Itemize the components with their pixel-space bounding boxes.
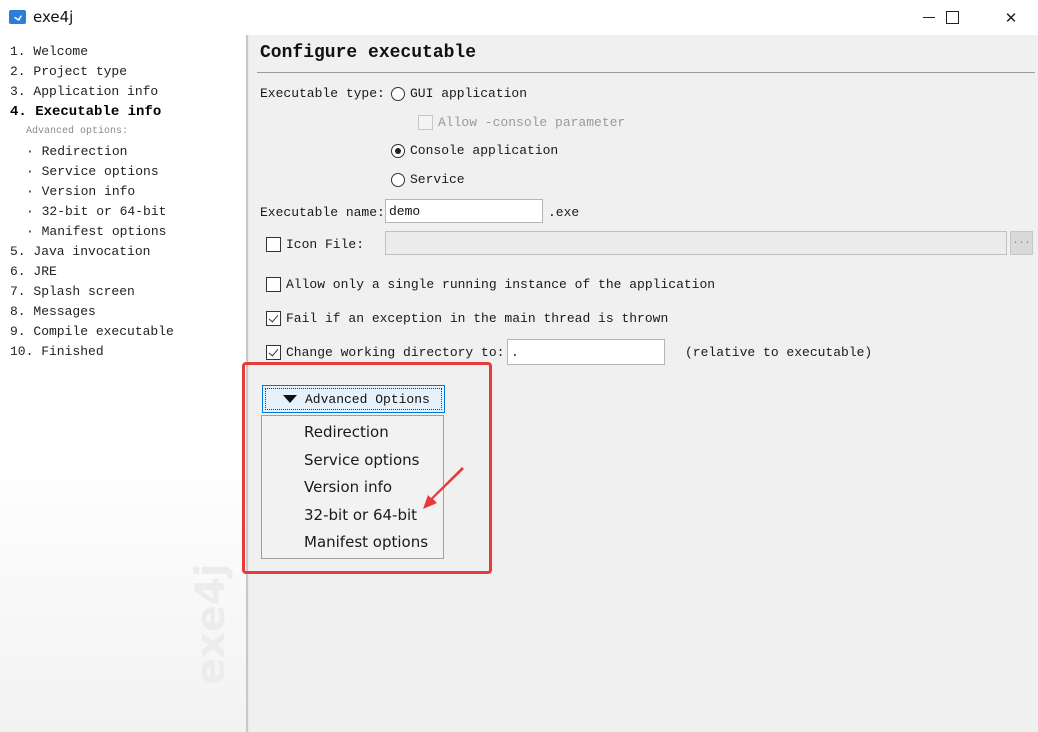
title-bar: exe4j ✕ [0,0,1038,35]
executable-name-label: Executable name: [260,205,385,220]
relative-to-executable-hint: (relative to executable) [685,345,873,360]
single-instance-checkbox[interactable] [266,277,281,292]
close-icon: ✕ [1004,8,1018,27]
change-working-directory-checkbox[interactable] [266,345,281,360]
close-button[interactable]: ✕ [988,0,1034,35]
browse-icon-file-button[interactable]: ... [1010,231,1033,255]
page-title: Configure executable [260,43,477,63]
service-radio[interactable] [391,173,405,187]
step-jre[interactable]: 6. JRE [10,262,57,282]
change-working-directory-label[interactable]: Change working directory to: [286,345,504,360]
step-compile-executable[interactable]: 9. Compile executable [10,322,174,342]
maximize-icon [945,11,959,24]
step-service-options[interactable]: · Service options [26,162,159,182]
advanced-options-heading: Advanced options: [26,126,129,137]
gui-application-radio[interactable] [391,87,405,101]
step-application-info[interactable]: 3. Application info [10,82,158,102]
step-java-invocation[interactable]: 5. Java invocation [10,242,150,262]
app-icon [9,10,26,24]
fail-on-exception-checkbox[interactable] [266,311,281,326]
step-messages[interactable]: 8. Messages [10,302,96,322]
step-executable-info[interactable]: 4. Executable info [10,102,161,122]
step-manifest-options[interactable]: · Manifest options [26,222,166,242]
annotation-arrow-icon [423,467,464,509]
executable-type-label: Executable type: [260,86,385,101]
wizard-steps-sidebar: 1. Welcome 2. Project type 3. Applicatio… [0,35,246,732]
arrow-shape [423,467,464,509]
icon-file-input[interactable] [385,231,1007,255]
step-redirection[interactable]: · Redirection [26,142,127,162]
console-application-radio[interactable] [391,144,405,158]
icon-file-label: Icon File: [286,237,365,252]
gui-application-label[interactable]: GUI application [410,86,527,101]
step-splash-screen[interactable]: 7. Splash screen [10,282,135,302]
allow-console-parameter-label: Allow -console parameter [438,115,626,130]
exe-suffix-label: .exe [548,205,580,220]
service-label[interactable]: Service [410,172,465,187]
exe4j-watermark: exe4j [188,563,234,685]
single-instance-label[interactable]: Allow only a single running instance of … [286,277,715,292]
executable-name-input[interactable] [385,199,543,223]
window-title: exe4j [33,8,74,26]
maximize-button[interactable] [929,0,975,35]
console-application-label[interactable]: Console application [410,143,558,158]
fail-on-exception-label[interactable]: Fail if an exception in the main thread … [286,311,668,326]
step-finished[interactable]: 10. Finished [10,342,104,362]
step-32-or-64-bit[interactable]: · 32-bit or 64-bit [26,202,166,222]
step-version-info[interactable]: · Version info [26,182,135,202]
step-welcome[interactable]: 1. Welcome [10,42,88,62]
allow-console-parameter-checkbox[interactable] [418,115,433,130]
working-directory-input[interactable] [507,339,665,365]
icon-file-checkbox[interactable] [266,237,281,252]
step-project-type[interactable]: 2. Project type [10,62,127,82]
title-divider [257,72,1035,73]
main-panel: Configure executable Executable type: GU… [242,35,1038,732]
